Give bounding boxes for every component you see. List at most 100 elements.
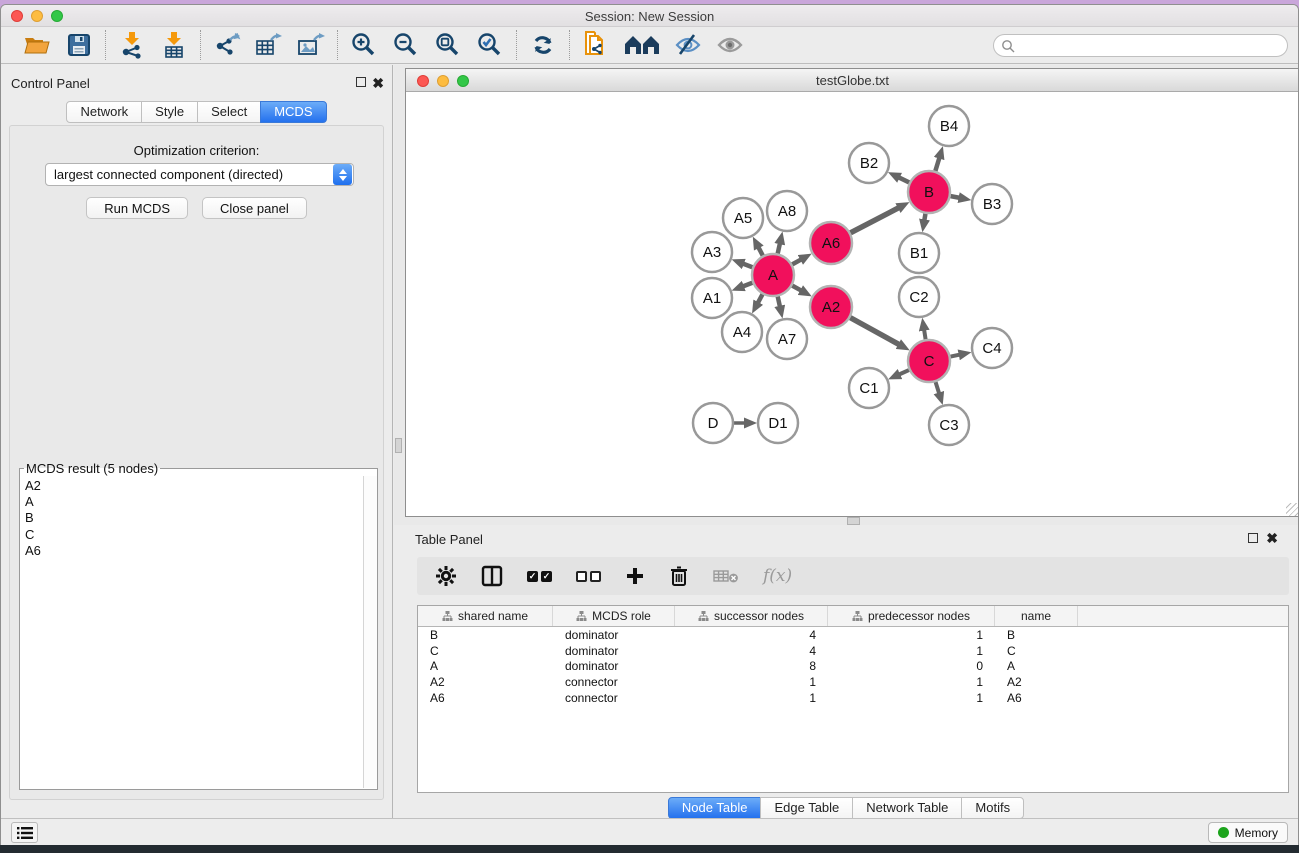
graph-node-A6[interactable]: A6: [810, 222, 852, 264]
table-cell[interactable]: A6: [995, 691, 1078, 705]
table-cell[interactable]: 1: [828, 691, 995, 705]
graph-node-A5[interactable]: A5: [723, 198, 763, 238]
graph-edge-A-A4[interactable]: [757, 294, 762, 304]
graph-node-B[interactable]: B: [908, 171, 950, 213]
import-network-icon[interactable]: [116, 30, 148, 60]
tab-network-table[interactable]: Network Table: [852, 797, 962, 819]
columns-icon[interactable]: [481, 563, 503, 589]
graph-node-B1[interactable]: B1: [899, 233, 939, 273]
result-list-item[interactable]: A2: [21, 478, 362, 494]
result-list-item[interactable]: A6: [21, 543, 362, 559]
graph-edge-A-A7[interactable]: [778, 296, 780, 307]
graph-node-A[interactable]: A: [752, 254, 794, 296]
graph-edge-C-C1[interactable]: [898, 370, 909, 375]
tab-style[interactable]: Style: [141, 101, 198, 123]
graph-node-C2[interactable]: C2: [899, 277, 939, 317]
table-cell[interactable]: A2: [995, 675, 1078, 689]
graph-edge-A-A8[interactable]: [778, 242, 780, 253]
tab-select[interactable]: Select: [197, 101, 261, 123]
graph-edge-A-A1[interactable]: [742, 283, 752, 287]
criterion-select[interactable]: largest connected component (directed): [45, 163, 354, 186]
table-cell[interactable]: A: [995, 659, 1078, 673]
zoom-fit-icon[interactable]: [432, 30, 464, 60]
network-canvas[interactable]: AA1A2A3A4A5A6A7A8BB1B2B3B4CC1C2C3C4DD1: [406, 93, 1299, 516]
table-cell[interactable]: 4: [675, 644, 828, 658]
result-list-item[interactable]: C: [21, 527, 362, 543]
table-cell[interactable]: 4: [675, 628, 828, 642]
graph-edge-B-B1[interactable]: [924, 214, 925, 222]
gear-icon[interactable]: [435, 563, 457, 589]
graph-edge-C-C3[interactable]: [936, 382, 940, 394]
memory-button[interactable]: Memory: [1208, 822, 1288, 843]
graph-node-D1[interactable]: D1: [758, 403, 798, 443]
result-scrollbar[interactable]: [363, 476, 377, 788]
table-row[interactable]: Bdominator41B: [418, 627, 1288, 643]
first-neighbors-icon[interactable]: [622, 30, 662, 60]
table-cell[interactable]: C: [418, 644, 553, 658]
graph-node-B2[interactable]: B2: [849, 143, 889, 183]
network-window-titlebar[interactable]: testGlobe.txt: [406, 69, 1299, 92]
graph-node-C[interactable]: C: [908, 340, 950, 382]
table-row[interactable]: Adominator80A: [418, 659, 1288, 675]
graph-node-D[interactable]: D: [693, 403, 733, 443]
deselect-all-icon[interactable]: [576, 563, 601, 589]
table-cell[interactable]: connector: [553, 691, 675, 705]
graph-node-A3[interactable]: A3: [692, 232, 732, 272]
search-field[interactable]: [993, 34, 1288, 57]
table-cell[interactable]: 1: [675, 675, 828, 689]
graph-edge-A-A6[interactable]: [792, 259, 802, 264]
graph-node-A1[interactable]: A1: [692, 278, 732, 318]
refresh-layout-icon[interactable]: [527, 30, 559, 60]
graph-node-A4[interactable]: A4: [722, 312, 762, 352]
close-table-panel-icon[interactable]: ✖: [1266, 532, 1278, 544]
table-cell[interactable]: A2: [418, 675, 553, 689]
table-row[interactable]: A2connector11A2: [418, 674, 1288, 690]
table-cell[interactable]: dominator: [553, 628, 675, 642]
table-cell[interactable]: 1: [675, 691, 828, 705]
graph-edge-A-A5[interactable]: [758, 246, 763, 255]
table-cell[interactable]: C: [995, 644, 1078, 658]
tab-mcds[interactable]: MCDS: [260, 101, 326, 123]
table-cell[interactable]: 1: [828, 644, 995, 658]
float-panel-icon[interactable]: [356, 77, 366, 89]
zoom-in-icon[interactable]: [348, 30, 380, 60]
select-all-icon[interactable]: ✓✓: [527, 563, 552, 589]
column-header-successor-nodes[interactable]: successor nodes: [675, 606, 828, 626]
graph-node-A2[interactable]: A2: [810, 286, 852, 328]
mcds-result-list[interactable]: A2ABCA6: [21, 478, 362, 788]
tab-motifs[interactable]: Motifs: [961, 797, 1024, 819]
table-row[interactable]: Cdominator41C: [418, 643, 1288, 659]
export-network-icon[interactable]: [211, 30, 243, 60]
task-history-button[interactable]: [11, 822, 38, 843]
table-cell[interactable]: A: [418, 659, 553, 673]
resize-grip-icon[interactable]: [1286, 503, 1299, 516]
search-input[interactable]: [1020, 39, 1287, 53]
column-header-MCDS-role[interactable]: MCDS role: [553, 606, 675, 626]
tab-node-table[interactable]: Node Table: [668, 797, 762, 819]
split-divider-handle[interactable]: [847, 517, 860, 525]
graph-edge-A-A2[interactable]: [792, 286, 802, 291]
new-network-from-selection-icon[interactable]: [580, 30, 612, 60]
graph-edge-A6-B[interactable]: [851, 207, 900, 233]
add-icon[interactable]: [625, 563, 645, 589]
graph-node-A8[interactable]: A8: [767, 191, 807, 231]
table-cell[interactable]: 0: [828, 659, 995, 673]
delete-icon[interactable]: [669, 563, 689, 589]
table-cell[interactable]: B: [995, 628, 1078, 642]
hide-selected-icon[interactable]: [672, 30, 704, 60]
graph-node-C1[interactable]: C1: [849, 368, 889, 408]
graph-edge-C-C4[interactable]: [951, 354, 961, 356]
graph-edge-B-B2[interactable]: [898, 177, 909, 183]
graph-node-C3[interactable]: C3: [929, 405, 969, 445]
table-row[interactable]: A6connector11A6: [418, 690, 1288, 706]
graph-edge-A-A3[interactable]: [742, 263, 752, 267]
graph-edge-B-B4[interactable]: [935, 157, 939, 171]
table-cell[interactable]: dominator: [553, 644, 675, 658]
split-divider-handle[interactable]: [395, 438, 402, 453]
graph-edge-B-B3[interactable]: [951, 196, 961, 198]
close-panel-button[interactable]: Close panel: [202, 197, 307, 219]
graph-node-B3[interactable]: B3: [972, 184, 1012, 224]
result-list-item[interactable]: A: [21, 494, 362, 510]
table-cell[interactable]: B: [418, 628, 553, 642]
export-image-icon[interactable]: [295, 30, 327, 60]
